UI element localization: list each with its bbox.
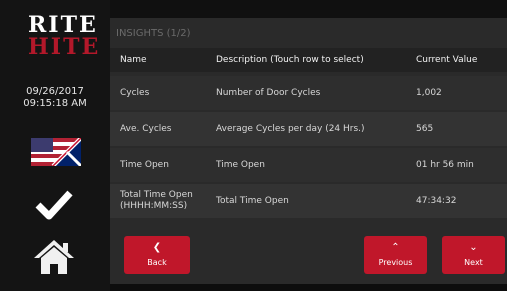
chevron-left-icon: ❮ <box>152 242 162 253</box>
row-description: Time Open <box>216 160 265 170</box>
row-name: Cycles <box>120 88 150 98</box>
logo-line-1: RITE <box>28 12 98 38</box>
table-row[interactable]: Cycles Number of Door Cycles 1,002 <box>110 76 507 110</box>
row-name-line-2: (HHHH:MM:SS) <box>120 201 188 211</box>
row-name: Ave. Cycles <box>120 124 172 134</box>
date-text: 09/26/2017 <box>26 86 84 97</box>
back-button[interactable]: ❮ Back <box>124 236 190 274</box>
row-description: Total Time Open <box>216 196 289 206</box>
chevron-up-icon: ⌃ <box>391 242 400 253</box>
row-name: Total Time Open (HHHH:MM:SS) <box>120 184 210 218</box>
row-name: Time Open <box>120 160 169 170</box>
datetime-display: 09/26/2017 09:15:18 AM <box>0 86 110 110</box>
bottom-edge <box>110 284 507 291</box>
logo-line-2: HITE <box>28 34 101 60</box>
table-header: Name Description (Touch row to select) C… <box>110 48 507 72</box>
row-value: 01 hr 56 min <box>416 160 474 170</box>
checkmark-icon[interactable] <box>34 188 74 220</box>
row-description: Number of Door Cycles <box>216 88 321 98</box>
us-uk-flag-icon[interactable] <box>31 138 81 166</box>
insights-screen: RITE HITE 09/26/2017 09:15:18 AM INSIGHT… <box>0 0 507 291</box>
header-name: Name <box>120 55 147 65</box>
row-description: Average Cycles per day (24 Hrs.) <box>216 124 365 134</box>
previous-button[interactable]: ⌃ Previous <box>364 236 427 274</box>
back-button-label: Back <box>147 258 167 267</box>
row-value: 1,002 <box>416 88 442 98</box>
table-row[interactable]: Total Time Open (HHHH:MM:SS) Total Time … <box>110 184 507 218</box>
header-current-value: Current Value <box>416 55 478 65</box>
table-row[interactable]: Ave. Cycles Average Cycles per day (24 H… <box>110 112 507 146</box>
page-title: INSIGHTS (1/2) <box>116 28 191 39</box>
previous-button-label: Previous <box>378 258 413 267</box>
next-button-label: Next <box>464 258 483 267</box>
sidebar: RITE HITE 09/26/2017 09:15:18 AM <box>0 0 110 291</box>
row-value: 565 <box>416 124 434 134</box>
table-row[interactable]: Time Open Time Open 01 hr 56 min <box>110 148 507 182</box>
header-description: Description (Touch row to select) <box>216 55 364 65</box>
row-name-line-1: Total Time Open <box>120 190 193 200</box>
next-button[interactable]: ⌄ Next <box>442 236 505 274</box>
rite-hite-logo: RITE HITE <box>28 12 101 62</box>
chevron-down-icon: ⌄ <box>469 242 478 253</box>
home-icon[interactable] <box>32 238 76 276</box>
row-value: 47:34:32 <box>416 196 457 206</box>
time-text: 09:15:18 AM <box>23 98 87 109</box>
